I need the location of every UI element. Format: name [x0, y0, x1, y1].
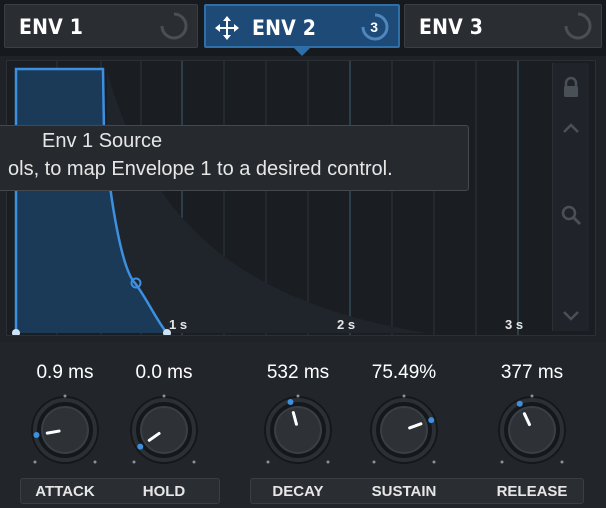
envelope-graph-canvas[interactable] [7, 61, 557, 335]
graph-side-toolbar [552, 63, 589, 331]
release-value[interactable]: 377 ms [477, 362, 587, 384]
release-knob[interactable] [492, 394, 572, 474]
tooltip: Env 1 Source ols, to map Envelope 1 to a… [0, 125, 469, 191]
release-label: RELEASE [496, 483, 568, 500]
hold-knob[interactable] [124, 394, 204, 474]
move-icon[interactable] [214, 15, 240, 41]
hold-label: HOLD [142, 483, 186, 500]
time-label-2s: 2 s [337, 317, 356, 332]
decay-value[interactable]: 532 ms [243, 362, 353, 384]
sustain-label: SUSTAIN [371, 483, 437, 500]
loading-ring-icon [160, 12, 188, 40]
tab-env-1[interactable]: ENV 1 [4, 4, 198, 48]
tab-env-1-label: ENV 1 [19, 15, 84, 39]
attack-label: ATTACK [35, 483, 95, 500]
lock-icon[interactable] [559, 75, 583, 99]
decay-label: DECAY [272, 483, 324, 500]
attack-knob[interactable] [25, 394, 105, 474]
hold-value[interactable]: 0.0 ms [109, 362, 219, 384]
envelope-tab-bar: ENV 1 ENV 2 3 ENV 3 [0, 0, 606, 56]
tab-env-3[interactable]: ENV 3 [404, 4, 602, 48]
time-label-1s: 1 s [169, 317, 188, 332]
decay-knob[interactable] [258, 394, 338, 474]
active-tab-pointer [292, 46, 312, 56]
tab-env-3-label: ENV 3 [419, 15, 484, 39]
attack-value[interactable]: 0.9 ms [10, 362, 120, 384]
envelope-graph[interactable]: 1 s 2 s 3 s Env 1 Source ols, to map Env… [0, 60, 596, 336]
modulation-count-badge: 3 [370, 19, 378, 35]
chevron-down-icon[interactable] [559, 303, 583, 327]
time-label-3s: 3 s [505, 317, 524, 332]
tooltip-title: Env 1 Source [42, 130, 163, 152]
chevron-up-icon[interactable] [559, 117, 583, 141]
loading-ring-icon [564, 12, 592, 40]
zoom-icon[interactable] [559, 203, 583, 227]
sustain-value[interactable]: 75.49% [349, 362, 459, 384]
tooltip-body: ols, to map Envelope 1 to a desired cont… [8, 158, 393, 180]
sustain-knob[interactable] [364, 394, 444, 474]
envelope-knob-panel: 0.9 ms 0.0 ms 532 ms 75.49% 377 ms ATTAC… [0, 342, 606, 508]
tab-env-2-label: ENV 2 [252, 16, 317, 40]
tab-env-2[interactable]: ENV 2 3 [204, 4, 400, 56]
